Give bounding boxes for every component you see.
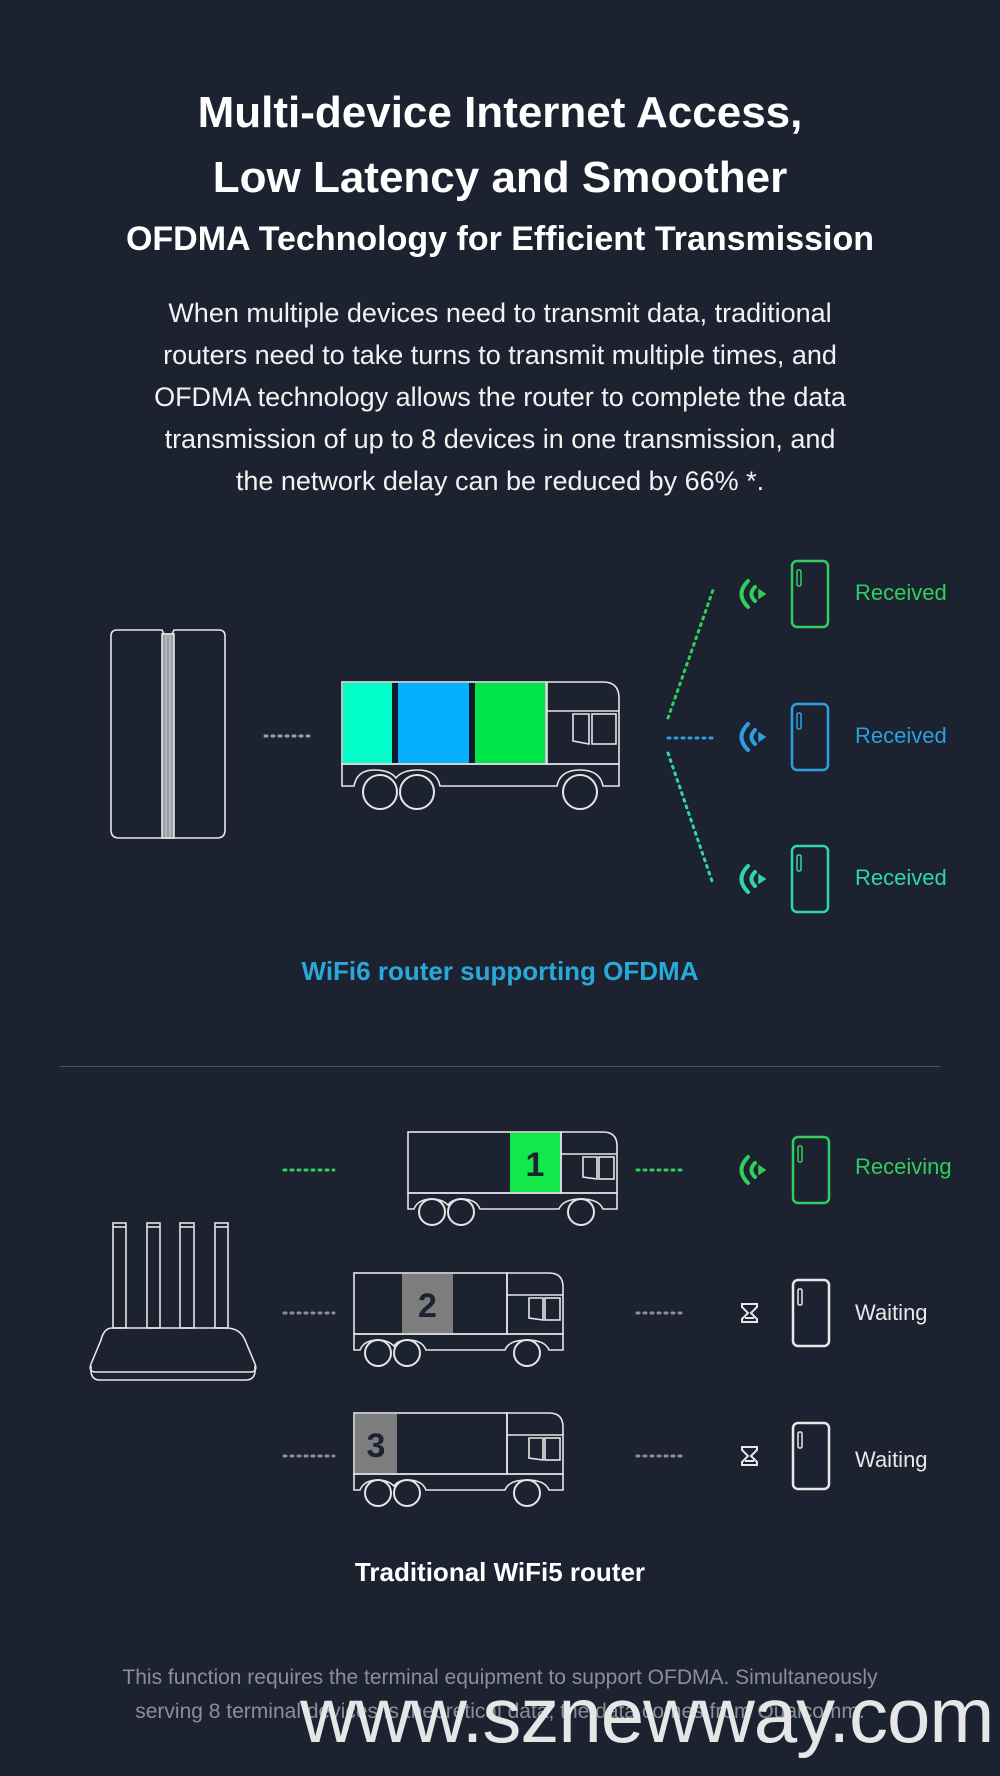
device-status-label: Received	[855, 580, 947, 605]
wheel	[513, 1479, 541, 1507]
wifi6-caption: WiFi6 router supporting OFDMA	[301, 956, 699, 986]
truck-number: 2	[418, 1287, 437, 1325]
wheel	[364, 1339, 392, 1367]
device-status-label: Received	[855, 865, 947, 890]
wheel	[513, 1339, 541, 1367]
wheel	[567, 1198, 595, 1226]
truck-icon: 1	[407, 1131, 618, 1226]
device-status-label: Received	[855, 723, 947, 748]
wifi5-rows: 1 2 3	[282, 1131, 831, 1507]
truck-icon: 2	[353, 1272, 564, 1367]
truck-icon: 3	[353, 1412, 564, 1507]
phone-icon	[791, 1135, 831, 1205]
wifi-signal-icon	[739, 1155, 767, 1185]
phone-icon	[791, 1421, 831, 1491]
truck-number: 3	[367, 1427, 386, 1465]
watermark: www.sznewway.com	[300, 1671, 994, 1759]
wheel	[393, 1339, 421, 1367]
hourglass-icon	[741, 1446, 758, 1466]
device-status-label: Waiting	[855, 1300, 928, 1325]
wheel	[393, 1479, 421, 1507]
hourglass-icon	[741, 1303, 758, 1323]
section-divider	[60, 1066, 940, 1067]
wheel	[447, 1198, 475, 1226]
truck-number: 1	[526, 1146, 545, 1184]
wifi5-caption: Traditional WiFi5 router	[354, 1557, 646, 1587]
device-status-label: Receiving	[855, 1154, 952, 1179]
device-status-label: Waiting	[855, 1447, 928, 1472]
wheel	[364, 1479, 392, 1507]
phone-icon	[791, 1278, 831, 1348]
wheel	[418, 1198, 446, 1226]
